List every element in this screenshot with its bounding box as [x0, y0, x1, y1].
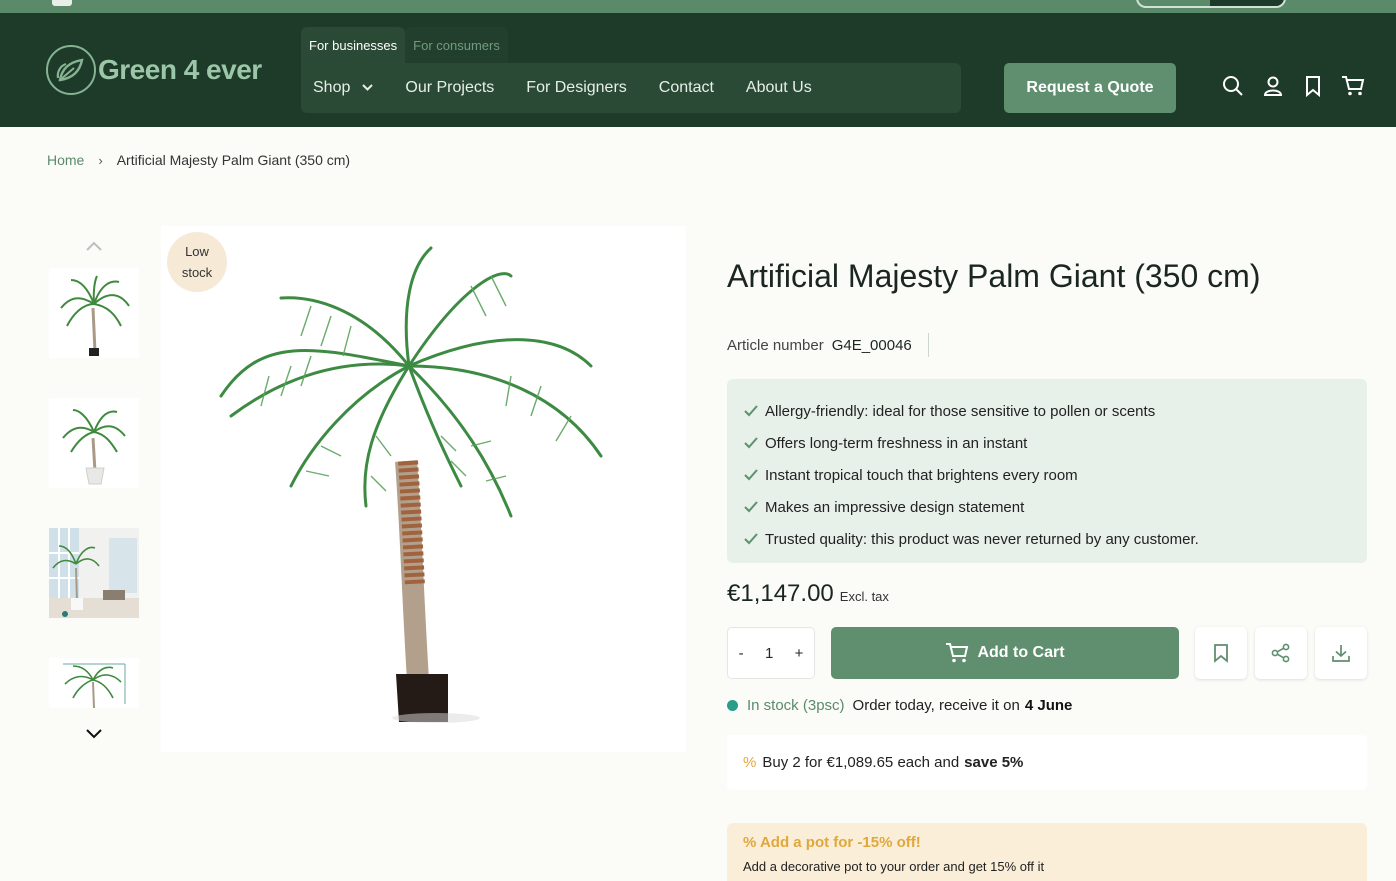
price: €1,147.00 Excl. tax [727, 580, 889, 608]
logo-text: Green 4 ever [98, 54, 262, 85]
benefit-text: Makes an impressive design statement [765, 498, 1025, 516]
product-title: Artificial Majesty Palm Giant (350 cm) [727, 258, 1261, 294]
nav-about-us[interactable]: About Us [746, 79, 812, 97]
check-icon [744, 437, 758, 449]
bulk-discount-banner: % Buy 2 for €1,089.65 each and save 5% [727, 735, 1367, 790]
check-icon [744, 405, 758, 417]
quantity-stepper: - 1 + [727, 627, 815, 679]
delivery-date: 4 June [1024, 697, 1073, 714]
order-text: Order today, receive it on [852, 697, 1020, 714]
benefits-list: Allergy-friendly: ideal for those sensit… [727, 379, 1367, 563]
badge-line-1: Low [185, 244, 209, 259]
nav-shop[interactable]: Shop [313, 79, 374, 97]
add-to-cart-button[interactable]: Add to Cart [831, 627, 1179, 679]
tax-note: Excl. tax [839, 589, 889, 604]
share-button[interactable] [1255, 627, 1307, 679]
breadcrumb-current: Artificial Majesty Palm Giant (350 cm) [116, 152, 351, 168]
pot-promo-banner[interactable]: % Add a pot for -15% off! Add a decorati… [727, 823, 1367, 881]
benefit-item: Trusted quality: this product was never … [743, 523, 1367, 555]
benefit-text: Trusted quality: this product was never … [765, 530, 1199, 548]
pot-promo-heading: % Add a pot for -15% off! [743, 834, 921, 851]
quantity-increase-button[interactable]: + [795, 645, 804, 662]
search-icon[interactable] [1218, 71, 1248, 101]
benefit-item: Makes an impressive design statement [743, 491, 1367, 523]
badge-line-2: stock [181, 265, 213, 280]
article-label: Article number [727, 336, 824, 354]
article-number: Article number G4E_00046 [727, 333, 929, 357]
percent-icon: % [743, 754, 757, 771]
download-button[interactable] [1315, 627, 1367, 679]
chevron-down-icon [362, 82, 374, 94]
account-icon[interactable] [1258, 71, 1288, 101]
quantity-decrease-button[interactable]: - [739, 645, 744, 662]
bulk-save: save 5% [964, 754, 1024, 771]
cart-icon[interactable] [1338, 71, 1368, 101]
cart-icon [946, 643, 969, 663]
breadcrumb-home[interactable]: Home [47, 152, 84, 168]
product-main-image[interactable] [161, 226, 686, 752]
logo[interactable]: Green 4 ever [46, 45, 262, 95]
breadcrumb-separator: › [98, 152, 103, 168]
leaf-logo-icon [46, 45, 96, 95]
tab-for-businesses[interactable]: For businesses [301, 27, 406, 63]
bulk-text: Buy 2 for €1,089.65 each and [762, 754, 960, 771]
language-toggle[interactable] [1136, 0, 1286, 8]
thumbnail-3[interactable] [49, 528, 139, 618]
benefit-item: Offers long-term freshness in an instant [743, 427, 1367, 459]
share-icon [1271, 643, 1290, 663]
check-icon [744, 533, 758, 545]
benefit-item: Instant tropical touch that brightens ev… [743, 459, 1367, 491]
chevron-down-icon[interactable] [84, 723, 104, 743]
nav-shop-label: Shop [313, 79, 351, 96]
add-to-cart-label: Add to Cart [977, 644, 1065, 661]
site-header: Green 4 ever For businesses For consumer… [0, 13, 1396, 127]
benefit-text: Offers long-term freshness in an instant [765, 434, 1028, 452]
price-amount: €1,147.00 [727, 580, 834, 607]
thumbnail-1[interactable] [49, 268, 139, 358]
stock-indicator-dot [727, 700, 738, 711]
chevron-up-icon[interactable] [84, 237, 104, 257]
thumbnail-2[interactable] [49, 398, 139, 488]
nav-for-designers[interactable]: For Designers [526, 79, 626, 97]
benefit-text: Allergy-friendly: ideal for those sensit… [765, 402, 1156, 420]
wishlist-button[interactable] [1195, 627, 1247, 679]
quantity-value[interactable]: 1 [765, 645, 773, 662]
benefit-item: Allergy-friendly: ideal for those sensit… [743, 395, 1367, 427]
stock-status: In stock (3psc) Order today, receive it … [727, 697, 1072, 714]
divider [927, 333, 929, 357]
announcement-icon [52, 0, 72, 6]
audience-tabs: For businesses For consumers [301, 27, 508, 63]
article-value: G4E_00046 [831, 336, 912, 354]
low-stock-badge: Low stock [167, 232, 227, 292]
tab-for-consumers[interactable]: For consumers [405, 27, 508, 63]
check-icon [744, 501, 758, 513]
bookmark-icon [1214, 644, 1228, 663]
pot-promo-description: Add a decorative pot to your order and g… [743, 859, 1045, 874]
main-nav: Shop Our Projects For Designers Contact … [301, 63, 961, 113]
header-icons [1218, 71, 1378, 101]
benefit-text: Instant tropical touch that brightens ev… [765, 466, 1078, 484]
download-icon [1332, 645, 1350, 662]
announcement-bar [0, 0, 1396, 13]
request-quote-button[interactable]: Request a Quote [1004, 63, 1176, 113]
bookmark-icon[interactable] [1298, 71, 1328, 101]
nav-our-projects[interactable]: Our Projects [405, 79, 494, 97]
nav-contact[interactable]: Contact [659, 79, 714, 97]
check-icon [744, 469, 758, 481]
stock-text: In stock (3psc) [747, 697, 845, 714]
thumbnail-4[interactable] [49, 658, 139, 708]
breadcrumb: Home › Artificial Majesty Palm Giant (35… [47, 152, 350, 168]
